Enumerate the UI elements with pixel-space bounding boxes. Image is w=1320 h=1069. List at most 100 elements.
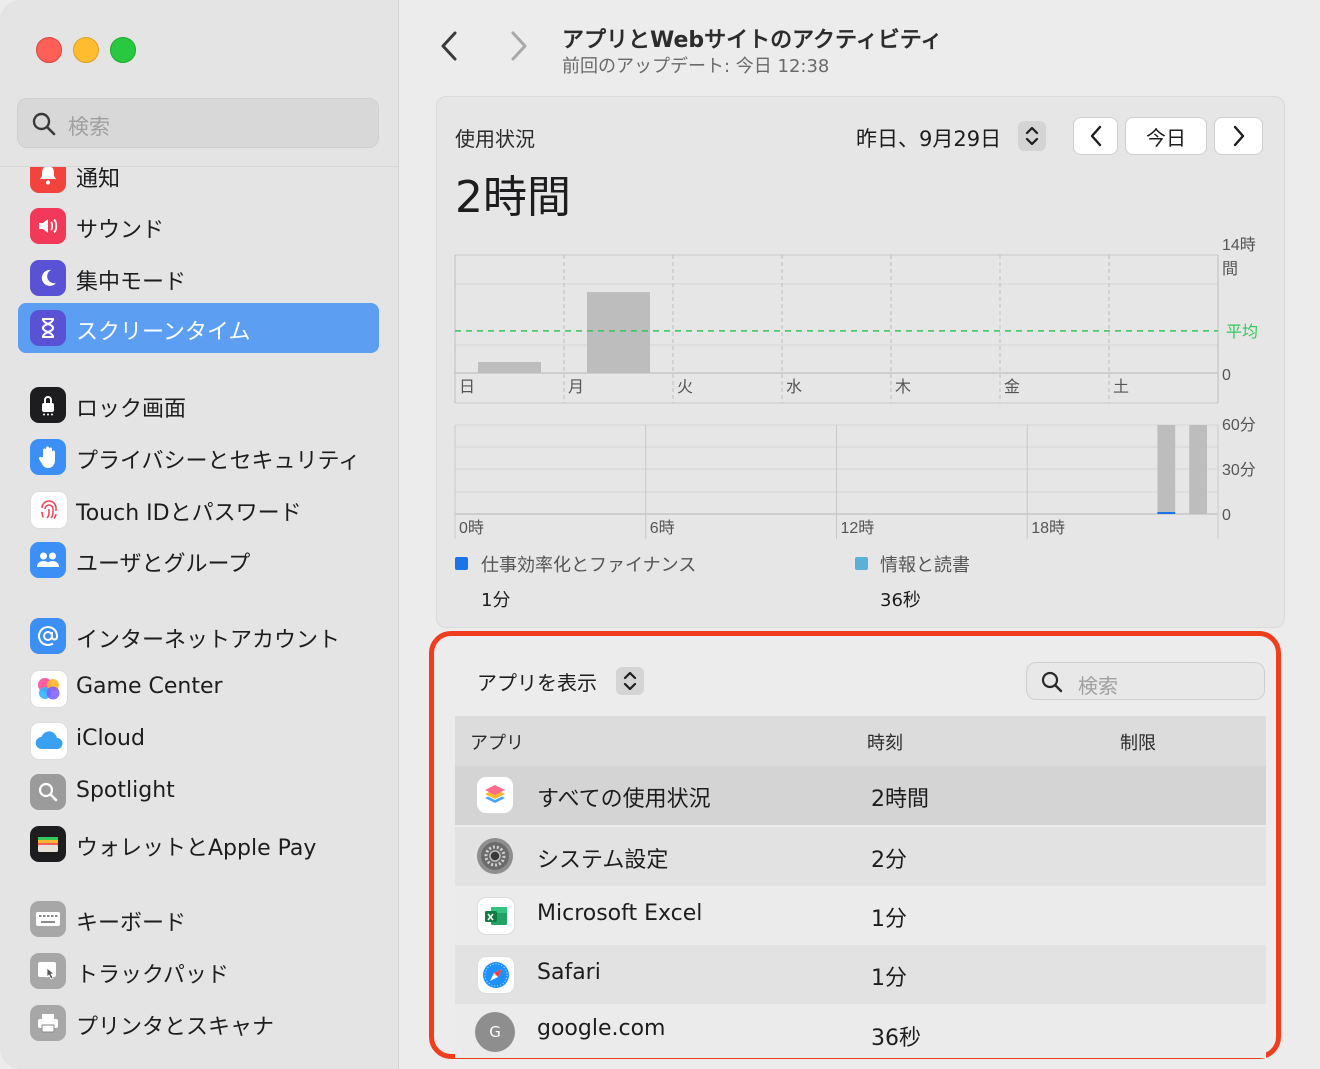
show-apps-label[interactable]: アプリを表示 <box>477 667 597 696</box>
app-time: 36秒 <box>871 1026 921 1051</box>
sidebar-item-game-center[interactable]: Game Center <box>18 663 379 713</box>
sidebar-item-label: ロック画面 <box>76 397 187 422</box>
sidebar-item-focus[interactable]: 集中モード <box>18 253 379 303</box>
sidebar-item-label: 通知 <box>76 167 121 192</box>
sidebar-item-touch-id[interactable]: Touch IDとパスワード <box>18 484 379 534</box>
sidebar-item-wallet[interactable]: ウォレットとApple Pay <box>18 819 379 869</box>
sidebar-item-label: ウォレットとApple Pay <box>76 836 317 861</box>
table-row[interactable]: G google.com 36秒 <box>455 1004 1266 1058</box>
table-row[interactable]: システム設定 2分 <box>455 827 1266 886</box>
sidebar-item-lock-screen[interactable]: ロック画面 <box>18 380 379 430</box>
x-tick-label: 月 <box>568 379 584 396</box>
sidebar-item-trackpad[interactable]: トラックパッド <box>18 946 379 996</box>
at-icon <box>30 618 66 654</box>
safari-icon <box>477 956 515 994</box>
chart-bar <box>587 292 650 373</box>
average-label: 平均 <box>1226 323 1258 341</box>
page-title: アプリとWebサイトのアクティビティ <box>562 28 943 53</box>
table-header: アプリ 時刻 制限 <box>455 716 1266 766</box>
usage-panel: 使用状況 2時間 昨日、9月29日 今日 日月火水木金土平均 14時間 0 0時 6時 1… <box>436 96 1285 628</box>
chevron-right-icon[interactable] <box>507 30 529 66</box>
speaker-icon <box>30 208 66 244</box>
x-tick-label: 12時 <box>841 519 875 537</box>
search-icon <box>1040 670 1064 698</box>
app-name: Safari <box>537 960 601 985</box>
wallet-icon <box>30 826 66 862</box>
g-icon: G <box>475 1012 515 1052</box>
x-tick-label: 6時 <box>650 519 675 537</box>
sidebar-item-label: キーボード <box>76 911 187 936</box>
chevron-left-icon[interactable] <box>439 30 461 66</box>
sidebar-item-icloud[interactable]: iCloud <box>18 715 379 765</box>
app-name: すべての使用状況 <box>537 787 711 812</box>
hourglass-icon <box>30 310 66 346</box>
sidebar-item-privacy[interactable]: プライバシーとセキュリティ <box>18 432 379 482</box>
app-time: 2時間 <box>871 787 929 812</box>
main-content: アプリとWebサイトのアクティビティ 前回のアップデート: 今日 12:38 使… <box>399 0 1320 1069</box>
sidebar-item-label: トラックパッド <box>76 963 229 988</box>
table-row[interactable]: すべての使用状況 2時間 <box>455 766 1266 825</box>
x-tick-label: 土 <box>1113 378 1129 396</box>
keyboard-icon <box>30 901 66 937</box>
app-time: 1分 <box>871 966 907 991</box>
x-tick-label: 金 <box>1004 378 1020 396</box>
sidebar-item-label: Game Center <box>76 674 223 699</box>
y-tick-label: 30分 <box>1222 461 1256 479</box>
legend-value: 1分 <box>481 590 511 611</box>
y-tick-label: 60分 <box>1222 416 1256 434</box>
legend-value: 36秒 <box>880 590 921 611</box>
sidebar-item-notifications[interactable]: 通知 <box>18 167 379 200</box>
chart-bar <box>1157 425 1176 514</box>
table-row[interactable]: Microsoft Excel 1分 <box>455 886 1266 945</box>
printer-icon <box>30 1005 66 1041</box>
legend-swatch-productivity <box>455 557 468 570</box>
chart-bar-segment <box>1157 512 1176 514</box>
x-tick-label: 0時 <box>459 519 484 537</box>
spotlight-icon <box>30 774 66 810</box>
legend-swatch-reading <box>855 557 868 570</box>
chart-bar <box>1189 425 1207 514</box>
stack-icon <box>477 777 513 813</box>
y-tick-label: 0 <box>1222 367 1231 384</box>
show-apps-stepper[interactable] <box>616 667 644 695</box>
y-tick-label: 間 <box>1222 261 1238 278</box>
settings-window: 検索 通知 サウンド 集中モード スクリーンタイム ロック画面 プライバシーとセ… <box>0 0 1320 1069</box>
column-time[interactable]: 時刻 <box>867 729 903 755</box>
app-time: 2分 <box>871 848 907 873</box>
sidebar-item-label: サウンド <box>76 218 165 243</box>
x-tick-label: 水 <box>786 378 802 396</box>
x-tick-label: 木 <box>895 378 911 396</box>
sidebar-item-internet-accounts[interactable]: インターネットアカウント <box>18 611 379 661</box>
sidebar-item-label: プライバシーとセキュリティ <box>76 449 361 474</box>
cloud-icon <box>30 722 68 760</box>
sidebar-item-label: Touch IDとパスワード <box>76 501 302 526</box>
sidebar-item-sound[interactable]: サウンド <box>18 201 379 251</box>
column-limit[interactable]: 制限 <box>1120 729 1156 755</box>
chart-bar <box>478 362 541 373</box>
sidebar-item-keyboard[interactable]: キーボード <box>18 894 379 944</box>
legend-name: 情報と読書 <box>880 555 970 576</box>
users-icon <box>30 542 66 578</box>
sidebar-item-users[interactable]: ユーザとグループ <box>18 535 379 585</box>
app-name: Microsoft Excel <box>537 901 703 926</box>
sidebar-item-printers[interactable]: プリンタとスキャナ <box>18 998 379 1048</box>
search-placeholder: 検索 <box>68 115 110 139</box>
sidebar-search-input[interactable]: 検索 <box>17 98 379 148</box>
table-row[interactable]: Safari 1分 <box>455 945 1266 1004</box>
close-window-button[interactable] <box>36 37 62 63</box>
last-updated: 前回のアップデート: 今日 12:38 <box>562 56 830 77</box>
sidebar-item-label: iCloud <box>76 726 145 751</box>
bell-icon <box>30 167 66 193</box>
search-icon <box>31 111 57 141</box>
app-search-input[interactable]: 検索 <box>1026 662 1265 700</box>
lock-icon <box>30 387 66 423</box>
hand-icon <box>30 439 66 475</box>
sidebar-item-label: ユーザとグループ <box>76 552 251 577</box>
sidebar-item-spotlight[interactable]: Spotlight <box>18 767 379 817</box>
minimize-window-button[interactable] <box>73 37 99 63</box>
sidebar-item-label: インターネットアカウント <box>76 628 341 653</box>
column-app[interactable]: アプリ <box>470 729 524 755</box>
zoom-window-button[interactable] <box>110 37 136 63</box>
sidebar-item-screen-time[interactable]: スクリーンタイム <box>18 303 379 353</box>
y-tick-label: 14時 <box>1222 236 1256 254</box>
